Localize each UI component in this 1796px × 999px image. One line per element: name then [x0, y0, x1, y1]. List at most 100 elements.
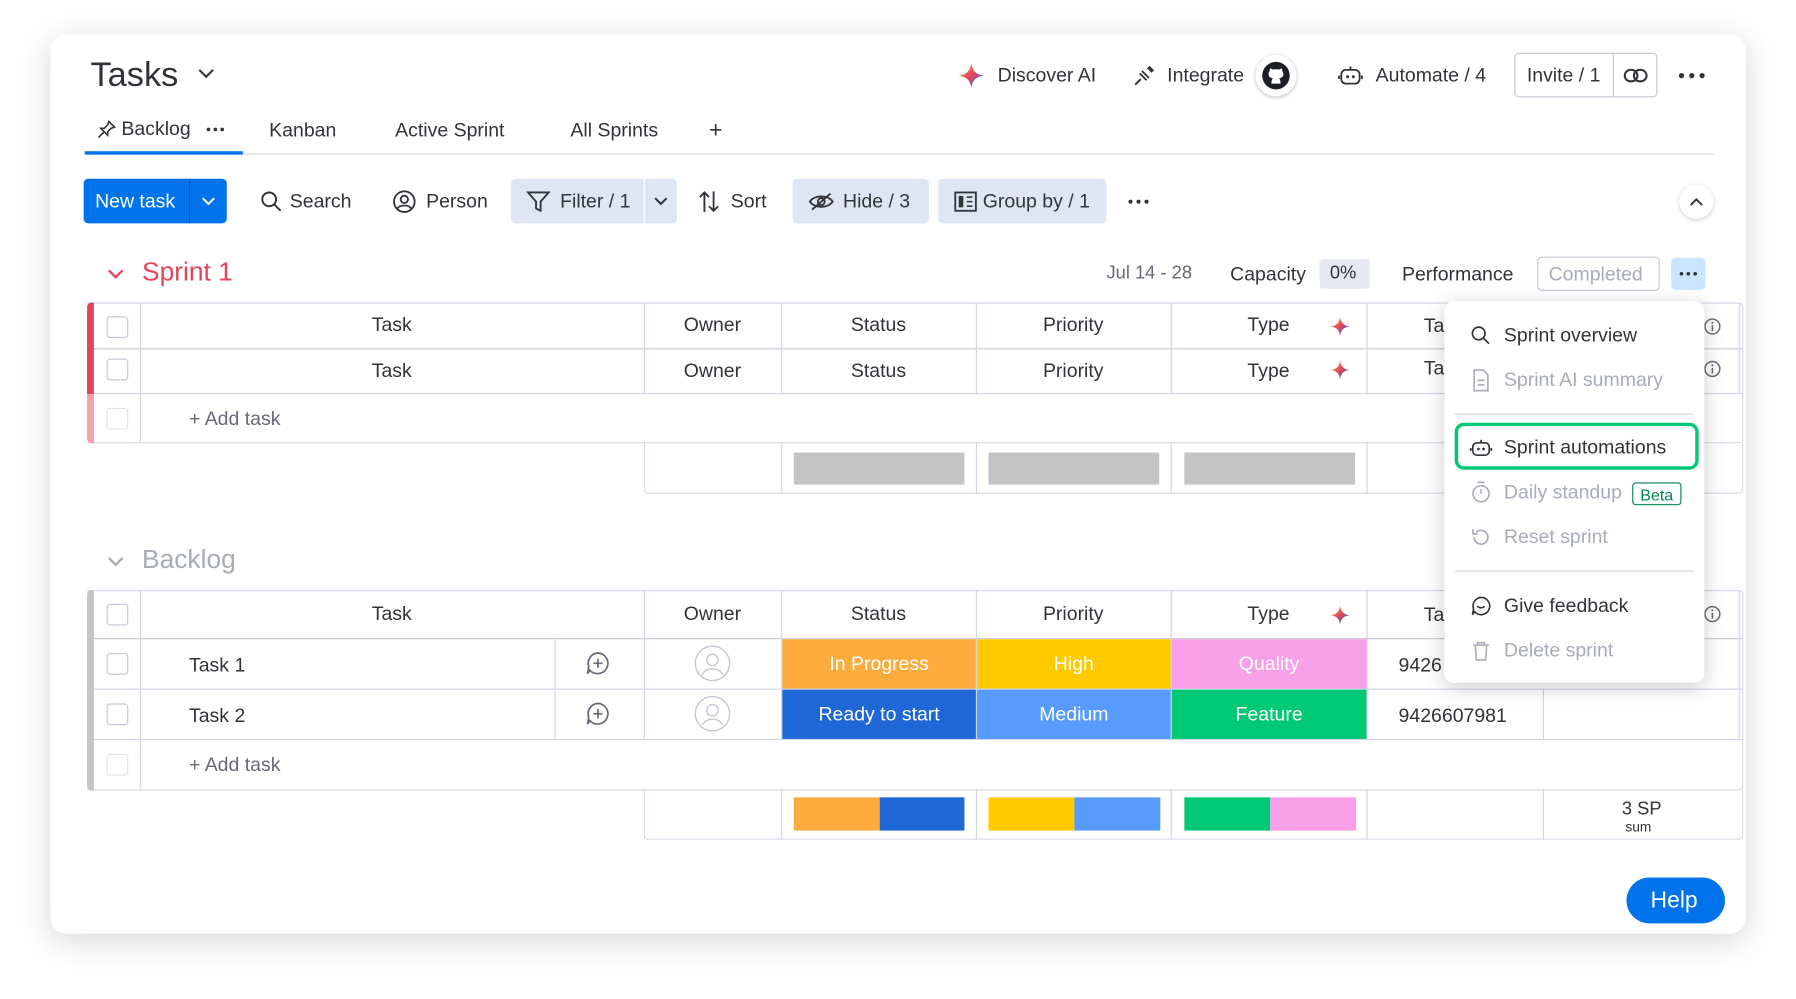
menu-give-feedback-label: Give feedback [1503, 594, 1629, 617]
backlog-title[interactable]: Backlog [142, 546, 236, 572]
task-name[interactable]: Task 2 [189, 706, 245, 725]
tab-kanban[interactable]: Kanban [269, 120, 336, 139]
menu-daily-standup[interactable]: Daily standup [1468, 479, 1622, 506]
menu-give-feedback[interactable]: Give feedback [1468, 592, 1628, 619]
priority-cell[interactable]: High [977, 639, 1171, 689]
automate-button[interactable]: Automate / 4 [1338, 62, 1486, 89]
sub-header-task: Task [371, 359, 412, 381]
github-icon[interactable] [1255, 54, 1297, 97]
info-icon[interactable] [1702, 604, 1723, 625]
row-checkbox[interactable] [106, 653, 129, 675]
column-header-status[interactable]: Status [781, 590, 976, 638]
col-divider [1366, 789, 1368, 840]
column-header-ta[interactable]: Ta [1424, 316, 1445, 335]
col-divider [1366, 442, 1368, 494]
sprint1-add-task[interactable]: + Add task [189, 409, 280, 428]
row-checkbox[interactable] [106, 358, 129, 381]
column-header-priority[interactable]: Priority [976, 302, 1171, 348]
invite-divider [1612, 52, 1614, 98]
type-summary-segment [1270, 797, 1357, 831]
menu-divider [1454, 570, 1695, 572]
invite-button[interactable]: Invite / 1 [1527, 62, 1601, 89]
ai-sparkle-icon[interactable] [1329, 359, 1352, 382]
backlog-select-all-checkbox[interactable] [106, 603, 129, 626]
menu-divider [1454, 413, 1695, 415]
search-icon [260, 190, 283, 213]
sort-button[interactable]: Sort [698, 188, 766, 215]
tab-all-sprints[interactable]: All Sprints [570, 120, 658, 139]
menu-daily-standup-label: Daily standup [1503, 481, 1622, 503]
sprint1-collapse-icon[interactable] [105, 266, 126, 282]
search-button[interactable]: Search [260, 188, 351, 215]
menu-sprint-ai-summary[interactable]: Sprint AI summary [1468, 367, 1663, 394]
sprint1-color-bar-light [87, 394, 94, 444]
group-by-button[interactable]: Group by / 1 [954, 188, 1090, 215]
task-name[interactable]: Task 1 [189, 655, 245, 674]
stopwatch-icon [1468, 481, 1493, 504]
backlog-collapse-icon[interactable] [105, 553, 126, 569]
add-view-button[interactable]: + [709, 119, 722, 142]
person-label: Person [426, 190, 488, 212]
status-cell[interactable]: Ready to start [782, 689, 976, 739]
row-checkbox[interactable] [106, 703, 129, 726]
info-icon[interactable] [1702, 359, 1723, 380]
column-header-status[interactable]: Status [781, 302, 976, 348]
page-title[interactable]: Tasks [90, 58, 178, 92]
tab-more-icon[interactable] [206, 126, 227, 133]
owner-avatar[interactable] [694, 645, 731, 682]
column-header-priority[interactable]: Priority [976, 590, 1171, 638]
hide-button[interactable]: Hide / 3 [808, 188, 910, 215]
new-task-dropdown-icon[interactable] [197, 192, 220, 210]
column-header-ta[interactable]: Ta [1424, 605, 1445, 624]
person-button[interactable]: Person [392, 188, 488, 215]
info-icon[interactable] [1702, 316, 1723, 337]
tab-backlog[interactable]: Backlog [96, 117, 226, 142]
tab-active-sprint[interactable]: Active Sprint [395, 120, 504, 139]
filter-dropdown-icon[interactable] [651, 192, 672, 210]
menu-reset-sprint[interactable]: Reset sprint [1468, 524, 1608, 551]
menu-delete-sprint-label: Delete sprint [1503, 639, 1614, 662]
col-divider [1170, 789, 1172, 840]
collapse-toolbar-icon[interactable] [1679, 184, 1714, 219]
column-header-task[interactable]: Task [140, 590, 644, 638]
sub-header-ta: Ta [1423, 357, 1445, 380]
integrate-button[interactable]: Integrate [1132, 62, 1244, 89]
type-cell[interactable]: Quality [1171, 639, 1367, 689]
col-divider [1542, 789, 1545, 840]
ai-sparkle-icon[interactable] [1329, 604, 1352, 627]
sprint1-select-all-checkbox[interactable] [106, 316, 129, 338]
sprint1-title[interactable]: Sprint 1 [142, 258, 233, 285]
toolbar-more-icon[interactable] [1126, 197, 1151, 206]
col-divider [1170, 442, 1172, 494]
more-options-icon[interactable] [1677, 64, 1707, 87]
column-header-owner[interactable]: Owner [644, 590, 781, 638]
chevron-down-icon[interactable] [197, 66, 215, 80]
column-header-owner[interactable]: Owner [644, 302, 781, 348]
task-id: 9426607981 [1398, 704, 1507, 727]
group-by-label: Group by / 1 [982, 190, 1090, 212]
menu-sprint-overview[interactable]: Sprint overview [1468, 322, 1637, 349]
new-task-button[interactable]: New task [95, 190, 175, 213]
sprint-menu-icon[interactable] [1671, 257, 1706, 290]
owner-avatar[interactable] [694, 695, 731, 732]
filter-button[interactable]: Filter / 1 [526, 188, 630, 215]
menu-sprint-ai-summary-label: Sprint AI summary [1503, 368, 1663, 391]
discover-ai-button[interactable]: Discover AI [958, 62, 1096, 89]
priority-cell[interactable]: Medium [977, 689, 1171, 739]
col-divider [975, 789, 978, 840]
status-cell[interactable]: In Progress [782, 639, 976, 689]
story-points-sum: 3 SP [1621, 799, 1662, 820]
sum-label: sum [1625, 819, 1652, 836]
backlog-add-task[interactable]: + Add task [189, 755, 280, 774]
link-icon[interactable] [1622, 62, 1649, 89]
column-header-task[interactable]: Task [140, 302, 644, 348]
menu-sprint-automations[interactable]: Sprint automations [1468, 434, 1666, 461]
add-update-icon[interactable] [584, 650, 611, 677]
type-cell[interactable]: Feature [1171, 689, 1367, 739]
menu-delete-sprint[interactable]: Delete sprint [1468, 637, 1613, 664]
search-label: Search [289, 190, 352, 212]
add-update-icon[interactable] [584, 700, 611, 727]
ai-sparkle-icon[interactable] [1329, 315, 1352, 338]
col-divider [554, 638, 556, 739]
status-summary-segment [879, 797, 965, 831]
